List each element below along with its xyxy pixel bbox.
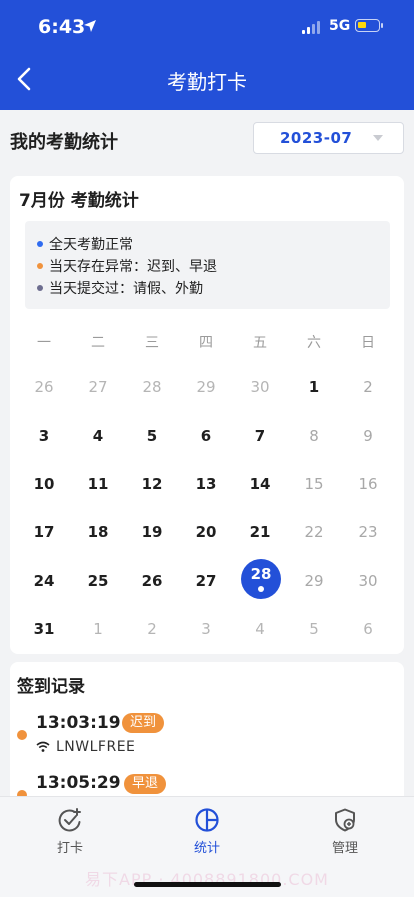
calendar-day[interactable]: 29 [179,378,233,396]
calendar-day[interactable]: 3 [17,427,71,445]
calendar-day[interactable]: 4 [233,620,287,638]
weekday-header: 日 [361,335,375,351]
tab-label: 统计 [193,841,220,856]
calendar-day[interactable]: 13 [179,475,233,493]
calendar-day[interactable]: 22 [287,523,341,541]
page-title: 考勤打卡 [167,70,247,94]
calendar-day[interactable]: 2 [341,378,395,396]
section-title: 我的考勤统计 [10,132,118,153]
weekday-header: 六 [307,335,321,351]
month-select[interactable]: 2023-07 [253,122,404,154]
calendar-day[interactable]: 1 [71,620,125,638]
calendar-day[interactable]: 3 [179,620,233,638]
weekday-header: 五 [253,335,267,351]
calendar-day[interactable]: 2 [125,620,179,638]
calendar-day[interactable]: 25 [71,572,125,590]
calendar-day[interactable]: 16 [341,475,395,493]
calendar-day[interactable]: 5 [287,620,341,638]
home-indicator [134,882,281,887]
calendar-day[interactable]: 30 [341,572,395,590]
record-wifi-ssid: LNWLFREE [56,739,136,755]
calendar-day[interactable]: 29 [287,572,341,590]
calendar-day[interactable]: 14 [233,475,287,493]
record-time: 13:05:29 [36,773,121,793]
check-in-icon [58,808,81,832]
calendar-day[interactable]: 17 [17,523,71,541]
month-bar: 我的考勤统计 2023-07 [0,110,414,166]
weekday-header: 二 [91,335,105,351]
calendar-day[interactable]: 4 [71,427,125,445]
signal-icon [302,21,324,34]
battery-icon [355,19,383,32]
calendar-day[interactable]: 9 [341,427,395,445]
month-select-value: 2023-07 [280,129,353,147]
calendar-day[interactable]: 1 [287,378,341,396]
tab-bar: 打卡 统计 管理 易下APP · 4008891800.COM [0,796,414,897]
tab-label: 管理 [331,841,358,856]
calendar-day[interactable]: 5 [125,427,179,445]
app-header: 6:43 5G 考勤打卡 [0,0,414,110]
attendance-dot [258,586,264,592]
record-tag-late: 迟到 [122,713,165,733]
calendar-day[interactable]: 12 [125,475,179,493]
records-title: 签到记录 [17,677,85,697]
calendar-day[interactable]: 31 [17,620,71,638]
calendar-day[interactable]: 27 [179,572,233,590]
calendar-day[interactable]: 21 [233,523,287,541]
shield-icon [335,808,355,832]
calendar-day[interactable]: 6 [179,427,233,445]
tab-manage[interactable]: 管理 [305,807,385,856]
calendar-day[interactable]: 27 [71,378,125,396]
tab-label: 打卡 [56,841,83,856]
calendar-day[interactable]: 26 [17,378,71,396]
location-arrow-icon [84,20,96,32]
wifi-icon [36,741,50,752]
calendar-day[interactable]: 8 [287,427,341,445]
status-time: 6:43 [38,16,86,38]
pie-chart-icon [195,808,219,832]
tab-statistics[interactable]: 统计 [167,807,247,856]
calendar-day[interactable]: 28 [125,378,179,396]
calendar-day[interactable]: 20 [179,523,233,541]
calendar-day[interactable]: 18 [71,523,125,541]
calendar-day[interactable]: 26 [125,572,179,590]
calendar-day[interactable]: 7 [233,427,287,445]
calendar-day[interactable]: 11 [71,475,125,493]
weekday-header: 一 [37,335,51,351]
legend-item-submitted: 当天提交过：请假、外勤 [37,278,203,298]
calendar-day[interactable]: 15 [287,475,341,493]
record-tag-early: 早退 [124,774,167,794]
calendar-day[interactable]: 30 [233,378,287,396]
record-status-dot [17,730,27,740]
calendar-day[interactable]: 10 [17,475,71,493]
calendar-card: 7月份 考勤统计 全天考勤正常 当天存在异常：迟到、早退 当天提交过：请假、外勤… [10,176,404,654]
network-type: 5G [329,18,351,34]
weekday-header: 三 [145,335,159,351]
calendar-title: 7月份 考勤统计 [19,191,139,211]
record-time: 13:03:19 [36,713,121,733]
calendar-day[interactable]: 24 [17,572,71,590]
legend-item-abnormal: 当天存在异常：迟到、早退 [37,256,217,276]
calendar-day-selected[interactable]: 28 [241,559,281,599]
calendar-day[interactable]: 19 [125,523,179,541]
calendar-day[interactable]: 23 [341,523,395,541]
calendar-day[interactable]: 6 [341,620,395,638]
records-card: 签到记录 13:03:19 迟到 LNWLFREE 13:05:29 早退 [10,662,404,802]
chevron-down-icon [373,135,383,141]
weekday-header: 四 [199,335,213,351]
tab-check-in[interactable]: 打卡 [30,807,110,856]
legend: 全天考勤正常 当天存在异常：迟到、早退 当天提交过：请假、外勤 [25,221,390,309]
legend-item-normal: 全天考勤正常 [37,234,133,254]
